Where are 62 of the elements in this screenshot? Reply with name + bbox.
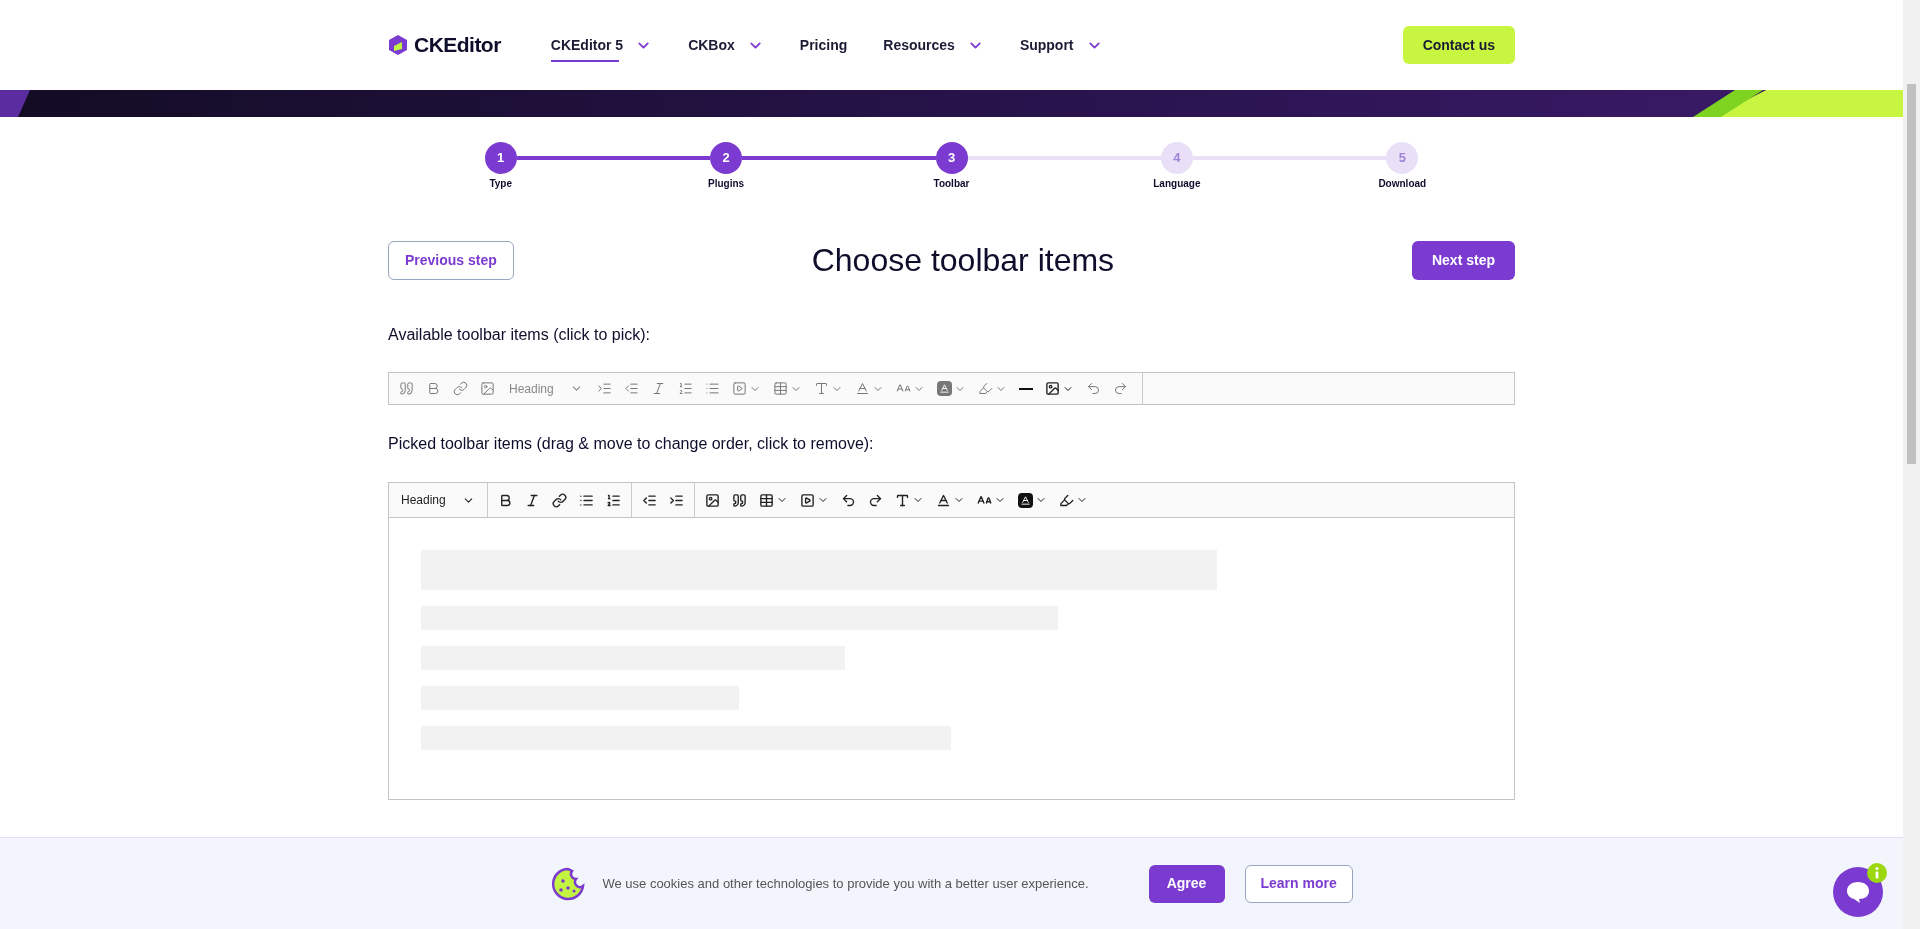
logo-icon xyxy=(388,34,408,56)
redo-icon xyxy=(868,492,883,508)
numbered-list-icon xyxy=(606,492,621,508)
font-background-icon xyxy=(937,381,952,396)
step-label: Language xyxy=(1153,177,1201,191)
agree-button[interactable]: Agree xyxy=(1148,864,1225,903)
quote-icon xyxy=(732,492,747,508)
step-label: Toolbar xyxy=(933,177,970,191)
image-icon xyxy=(705,492,720,508)
heading-dropdown[interactable]: Heading xyxy=(393,486,483,514)
image-icon xyxy=(480,381,495,396)
bold-icon xyxy=(498,492,513,508)
numbered-list-icon xyxy=(678,381,693,396)
horizontal-line-icon xyxy=(1019,387,1033,390)
bold-icon xyxy=(426,381,441,396)
undo-icon xyxy=(841,492,856,508)
table-icon xyxy=(773,381,788,396)
picked-label: Picked toolbar items (drag & move to change order, click to remove): xyxy=(388,434,875,454)
step-label: Type xyxy=(489,177,512,191)
contact-button[interactable]: Contact us xyxy=(1402,26,1515,64)
cookie-icon xyxy=(550,865,587,902)
next-step-button[interactable]: Next step xyxy=(1411,240,1515,280)
heading-dropdown[interactable]: Heading xyxy=(501,374,591,403)
italic-icon xyxy=(651,381,666,396)
nav-link[interactable]: Support xyxy=(1019,28,1103,62)
indent-icon xyxy=(669,492,684,508)
nav-link[interactable]: CKEditor 5 xyxy=(550,28,653,62)
font-background-icon xyxy=(1018,492,1033,508)
italic-icon xyxy=(525,492,540,508)
quote-icon xyxy=(399,381,414,396)
undo-icon xyxy=(1086,381,1101,396)
nav-link[interactable]: CKBox xyxy=(688,28,764,62)
step-label: Plugins xyxy=(708,177,745,191)
insert-image-icon xyxy=(1045,381,1060,396)
font-color-icon xyxy=(936,492,951,508)
media-icon xyxy=(800,492,815,508)
info-icon xyxy=(1867,863,1887,883)
media-icon xyxy=(732,381,747,396)
learn-more-button[interactable]: Learn more xyxy=(1244,864,1353,903)
page-title: Choose toolbar items xyxy=(811,241,1115,280)
available-label: Available toolbar items (click to pick): xyxy=(388,325,652,345)
chat-icon xyxy=(1845,880,1871,904)
outdent-icon xyxy=(642,492,657,508)
redo-icon xyxy=(1113,381,1128,396)
previous-step-button[interactable]: Previous step xyxy=(388,240,514,280)
link-icon xyxy=(453,381,468,396)
nav-link[interactable]: Pricing xyxy=(799,28,848,62)
nav-link[interactable]: Resources xyxy=(883,28,984,62)
indent-icon xyxy=(597,381,612,396)
font-family-icon xyxy=(814,381,829,396)
outdent-icon xyxy=(624,381,639,396)
highlight-icon xyxy=(978,381,993,396)
link-icon xyxy=(552,492,567,508)
logo-text: CKEditor xyxy=(414,32,501,59)
table-icon xyxy=(759,492,774,508)
step-label: Download xyxy=(1378,177,1427,191)
bulleted-list-icon xyxy=(705,381,720,396)
bulleted-list-icon xyxy=(579,492,594,508)
font-color-icon xyxy=(855,381,870,396)
cookie-message: We use cookies and other technologies to provide you with a better user experience. xyxy=(602,874,1089,893)
font-family-icon xyxy=(895,492,910,508)
highlight-icon xyxy=(1059,492,1074,508)
